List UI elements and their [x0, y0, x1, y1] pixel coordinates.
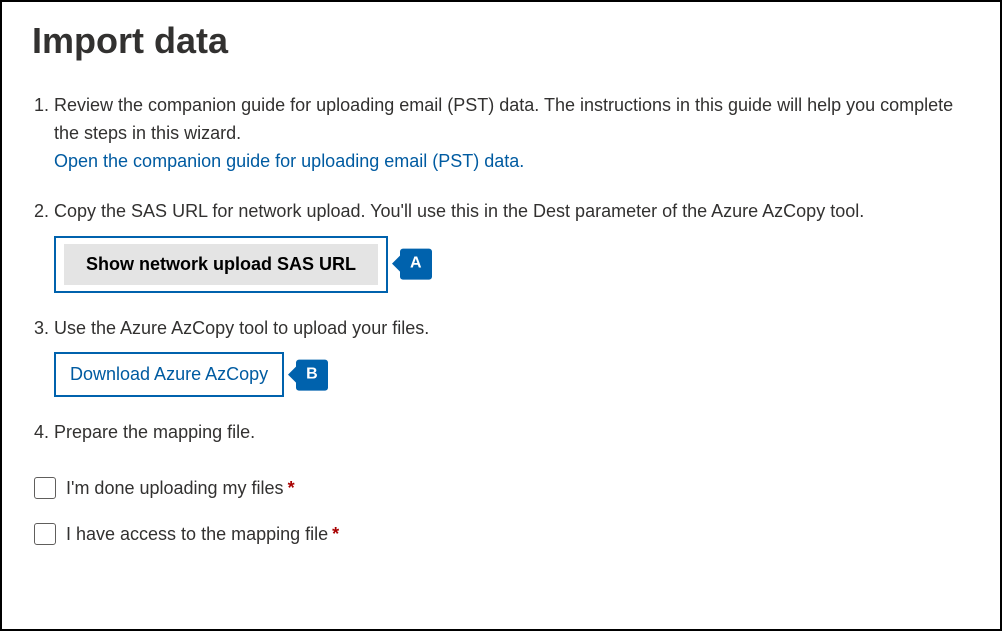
import-data-panel: Import data Review the companion guide f… [0, 0, 1002, 631]
show-sas-url-button[interactable]: Show network upload SAS URL [64, 244, 378, 285]
step-2-text: Copy the SAS URL for network upload. You… [54, 201, 864, 221]
callout-b: B [296, 360, 328, 391]
callout-a: A [400, 249, 432, 280]
checkbox-row-done-uploading: I'm done uploading my files * [34, 477, 970, 499]
step-2: Copy the SAS URL for network upload. You… [54, 198, 970, 293]
step-1: Review the companion guide for uploading… [54, 92, 970, 176]
step-4: Prepare the mapping file. [54, 419, 970, 447]
page-title: Import data [32, 20, 970, 62]
step-1-text: Review the companion guide for uploading… [54, 95, 953, 143]
required-mark: * [288, 478, 295, 499]
companion-guide-link[interactable]: Open the companion guide for uploading e… [54, 151, 524, 171]
sas-url-highlight-box: Show network upload SAS URL A [54, 236, 388, 293]
checkbox-row-mapping-access: I have access to the mapping file * [34, 523, 970, 545]
mapping-access-checkbox[interactable] [34, 523, 56, 545]
step-3: Use the Azure AzCopy tool to upload your… [54, 315, 970, 398]
azcopy-highlight-box: Download Azure AzCopy B [54, 352, 284, 397]
download-azcopy-button[interactable]: Download Azure AzCopy [64, 360, 274, 389]
step-3-text: Use the Azure AzCopy tool to upload your… [54, 318, 429, 338]
checkbox-section: I'm done uploading my files * I have acc… [32, 477, 970, 545]
done-uploading-label[interactable]: I'm done uploading my files [66, 478, 284, 499]
steps-list: Review the companion guide for uploading… [32, 92, 970, 447]
mapping-access-label[interactable]: I have access to the mapping file [66, 524, 328, 545]
required-mark-2: * [332, 524, 339, 545]
done-uploading-checkbox[interactable] [34, 477, 56, 499]
step-4-text: Prepare the mapping file. [54, 422, 255, 442]
